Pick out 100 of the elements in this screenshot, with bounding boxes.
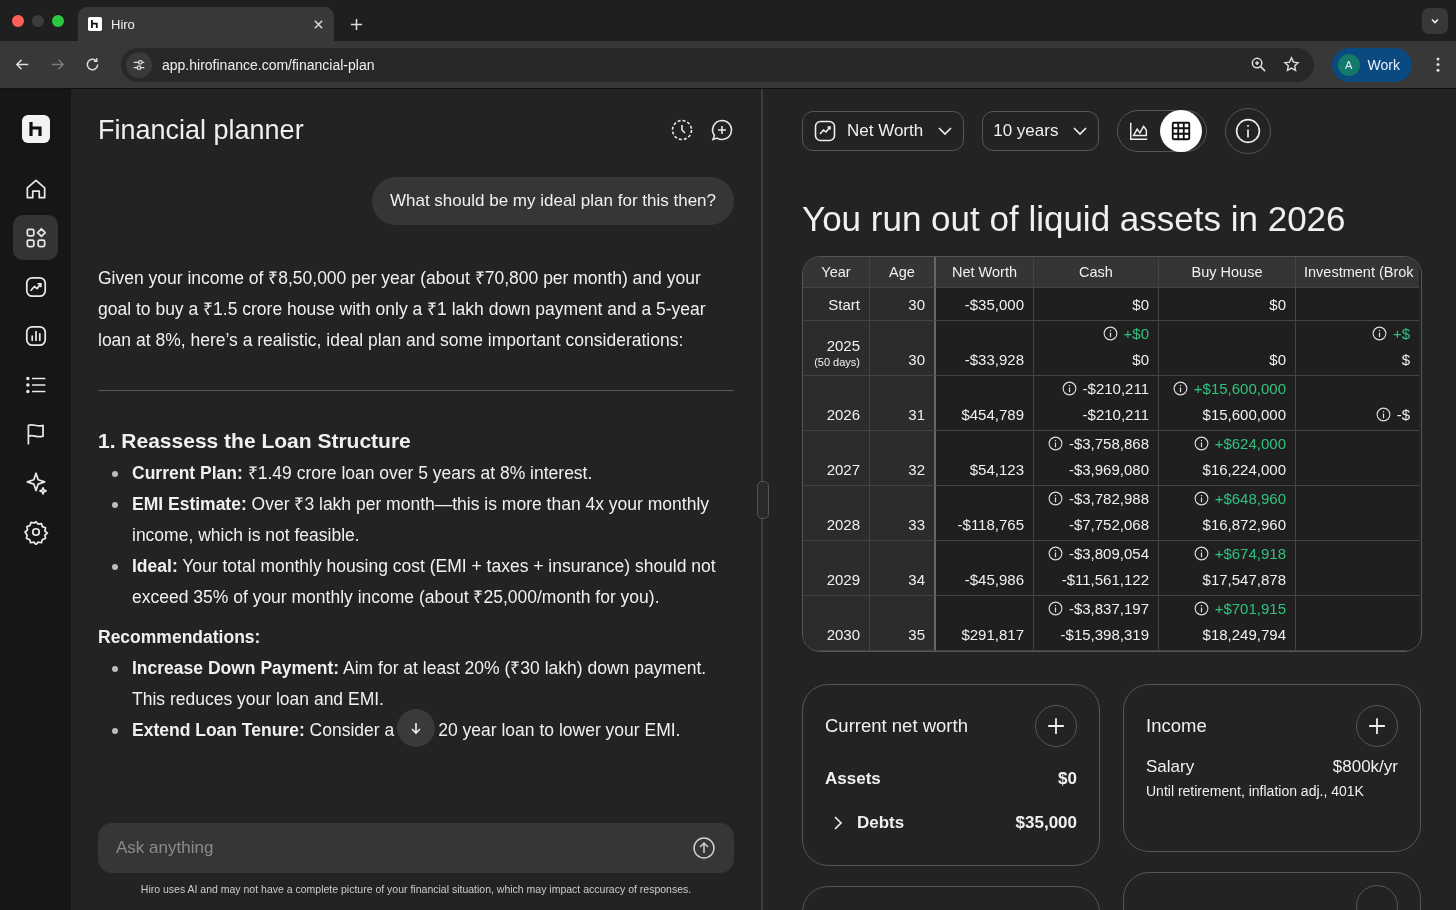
balance-value: $18,249,794 <box>1202 626 1286 643</box>
change-value: -$ <box>1396 406 1410 423</box>
scroll-down-button[interactable] <box>397 709 436 747</box>
year-cell: 2026 <box>826 406 860 423</box>
change-value: +$674,918 <box>1214 545 1286 562</box>
balance-value: -$3,969,080 <box>1068 461 1149 478</box>
change-value: -$3,809,054 <box>1068 545 1149 562</box>
logo-icon[interactable] <box>21 115 50 143</box>
settings-icon <box>22 518 49 545</box>
menu-icon[interactable] <box>1436 57 1440 72</box>
bullet-text: Current Plan: ₹1.49 crore loan over 5 years at 8% interest. <box>132 462 593 485</box>
balance-value: $0 <box>1269 351 1286 368</box>
info-icon[interactable] <box>1102 326 1118 341</box>
net-worth-cell: -$45,986 <box>964 571 1024 588</box>
plus-icon <box>1047 717 1065 735</box>
history-icon[interactable] <box>670 118 694 142</box>
income-detail: Until retirement, inflation adj., 401K <box>1146 783 1365 799</box>
answer-heading: 1. Reassess the Loan Structure <box>98 428 412 454</box>
change-value: -$210,211 <box>1082 380 1149 397</box>
net-worth-cell: -$35,000 <box>964 296 1024 313</box>
card-title: Income <box>1146 715 1207 737</box>
url-text: app.hirofinance.com/financial-plan <box>162 56 375 73</box>
row-value: $35,000 <box>1015 813 1077 833</box>
ask-field[interactable]: Ask anything <box>98 823 734 873</box>
column-header: Buy House <box>1159 257 1296 288</box>
income-amount: $800k/yr <box>1332 757 1398 777</box>
bullet-text: Extend Loan Tenure: Consider a <box>132 720 395 740</box>
table-icon <box>1170 120 1193 142</box>
change-value: +$624,000 <box>1214 435 1286 452</box>
year-cell: Start <box>828 296 860 313</box>
info-icon[interactable] <box>1172 381 1188 396</box>
change-value: -$3,782,988 <box>1068 490 1149 507</box>
change-value: +$15,600,000 <box>1193 380 1286 397</box>
sidebar-item[interactable] <box>13 215 58 260</box>
trend-chart-icon <box>813 119 837 143</box>
browser-tab[interactable]: Hiro <box>78 7 334 41</box>
info-icon[interactable] <box>1047 491 1063 506</box>
user-message: What should be my ideal plan for this then? <box>371 177 734 225</box>
address-bar[interactable]: app.hirofinance.com/financial-plan <box>121 47 1314 82</box>
arrow-down-icon <box>409 721 424 735</box>
balance-value: -$7,752,068 <box>1068 516 1149 533</box>
bookmark-star-icon[interactable] <box>1282 56 1300 73</box>
site-settings-icon[interactable] <box>126 51 152 78</box>
row-label: Assets <box>825 769 882 789</box>
bullet-text: Increase Down Payment: Aim for at least 20% (₹30 lakh) down payment. This reduces your loan and EMI. <box>132 657 708 711</box>
change-value: +$701,915 <box>1214 600 1286 617</box>
balance-value: -$15,398,319 <box>1060 626 1149 643</box>
info-icon[interactable] <box>1047 436 1063 451</box>
income-label: Salary <box>1146 757 1195 777</box>
bullet-text: Ideal: Your total monthly housing cost (EMI + taxes + insurance) should not exceed 35% of your monthly income (about ₹25,000/month for you). <box>132 555 717 609</box>
reload-icon[interactable] <box>84 56 101 73</box>
range-dropdown[interactable]: 10 years <box>982 111 1100 151</box>
profile-button[interactable]: A Work <box>1331 47 1412 82</box>
column-header: Cash <box>1034 257 1159 288</box>
change-value: -$3,758,868 <box>1068 435 1149 452</box>
close-tab-icon[interactable] <box>313 18 324 30</box>
answer-paragraph: Given your income of ₹8,50,000 per year (about ₹70,800 per month) and your goal to buy a ₹1.5 crore house with only a ₹1 lakh down payment and a 5-year loan at 8%, here’s a realistic, ideal plan and some important considerations: <box>98 267 707 352</box>
chevron-right-icon[interactable] <box>833 815 843 831</box>
info-icon[interactable] <box>1047 546 1063 561</box>
new-tab-icon[interactable] <box>350 18 363 31</box>
info-icon[interactable] <box>1193 491 1209 506</box>
info-icon[interactable] <box>1061 381 1077 396</box>
table-view-button[interactable] <box>1160 110 1203 152</box>
info-icon[interactable] <box>1193 546 1209 561</box>
page-title: Financial planner <box>98 114 305 146</box>
avatar-icon: A <box>1337 53 1360 76</box>
year-cell: 2029 <box>826 571 860 588</box>
resize-handle[interactable] <box>757 481 769 519</box>
metric-dropdown[interactable]: Net Worth <box>802 111 965 151</box>
tab-list-button[interactable] <box>1422 7 1448 34</box>
column-header: Net Worth <box>936 257 1034 288</box>
info-icon[interactable] <box>1371 326 1387 341</box>
send-icon[interactable] <box>692 836 716 860</box>
year-cell: 2025 <box>826 337 860 354</box>
net-worth-cell: $54,123 <box>969 461 1024 478</box>
year-note: (50 days) <box>814 356 860 368</box>
change-value: +$ <box>1392 325 1410 342</box>
headline: You run out of liquid assets in 2026 <box>802 199 1347 239</box>
info-icon[interactable] <box>1047 601 1063 616</box>
year-cell: 2028 <box>826 516 860 533</box>
balance-value: $0 <box>1269 296 1286 313</box>
net-worth-cell: -$118,765 <box>957 516 1024 533</box>
balance-value: $17,547,878 <box>1202 571 1286 588</box>
info-icon[interactable] <box>1375 407 1391 422</box>
age-cell: 31 <box>908 406 925 423</box>
net-worth-cell: -$33,928 <box>964 351 1024 368</box>
age-cell: 30 <box>908 351 925 368</box>
balance-value: $0 <box>1132 351 1149 368</box>
change-value: +$0 <box>1123 325 1149 342</box>
bullet-text: 20 year loan to lower your EMI. <box>438 720 681 740</box>
balance-value: $0 <box>1132 296 1149 313</box>
info-icon[interactable] <box>1193 436 1209 451</box>
info-icon[interactable] <box>1193 601 1209 616</box>
age-cell: 33 <box>908 516 925 533</box>
close-window-button[interactable] <box>12 14 24 27</box>
balance-value: $16,224,000 <box>1202 461 1286 478</box>
zoom-icon[interactable] <box>1249 56 1267 73</box>
maximize-window-button[interactable] <box>52 14 64 27</box>
age-cell: 30 <box>908 296 925 313</box>
new-chat-icon[interactable] <box>710 118 734 142</box>
